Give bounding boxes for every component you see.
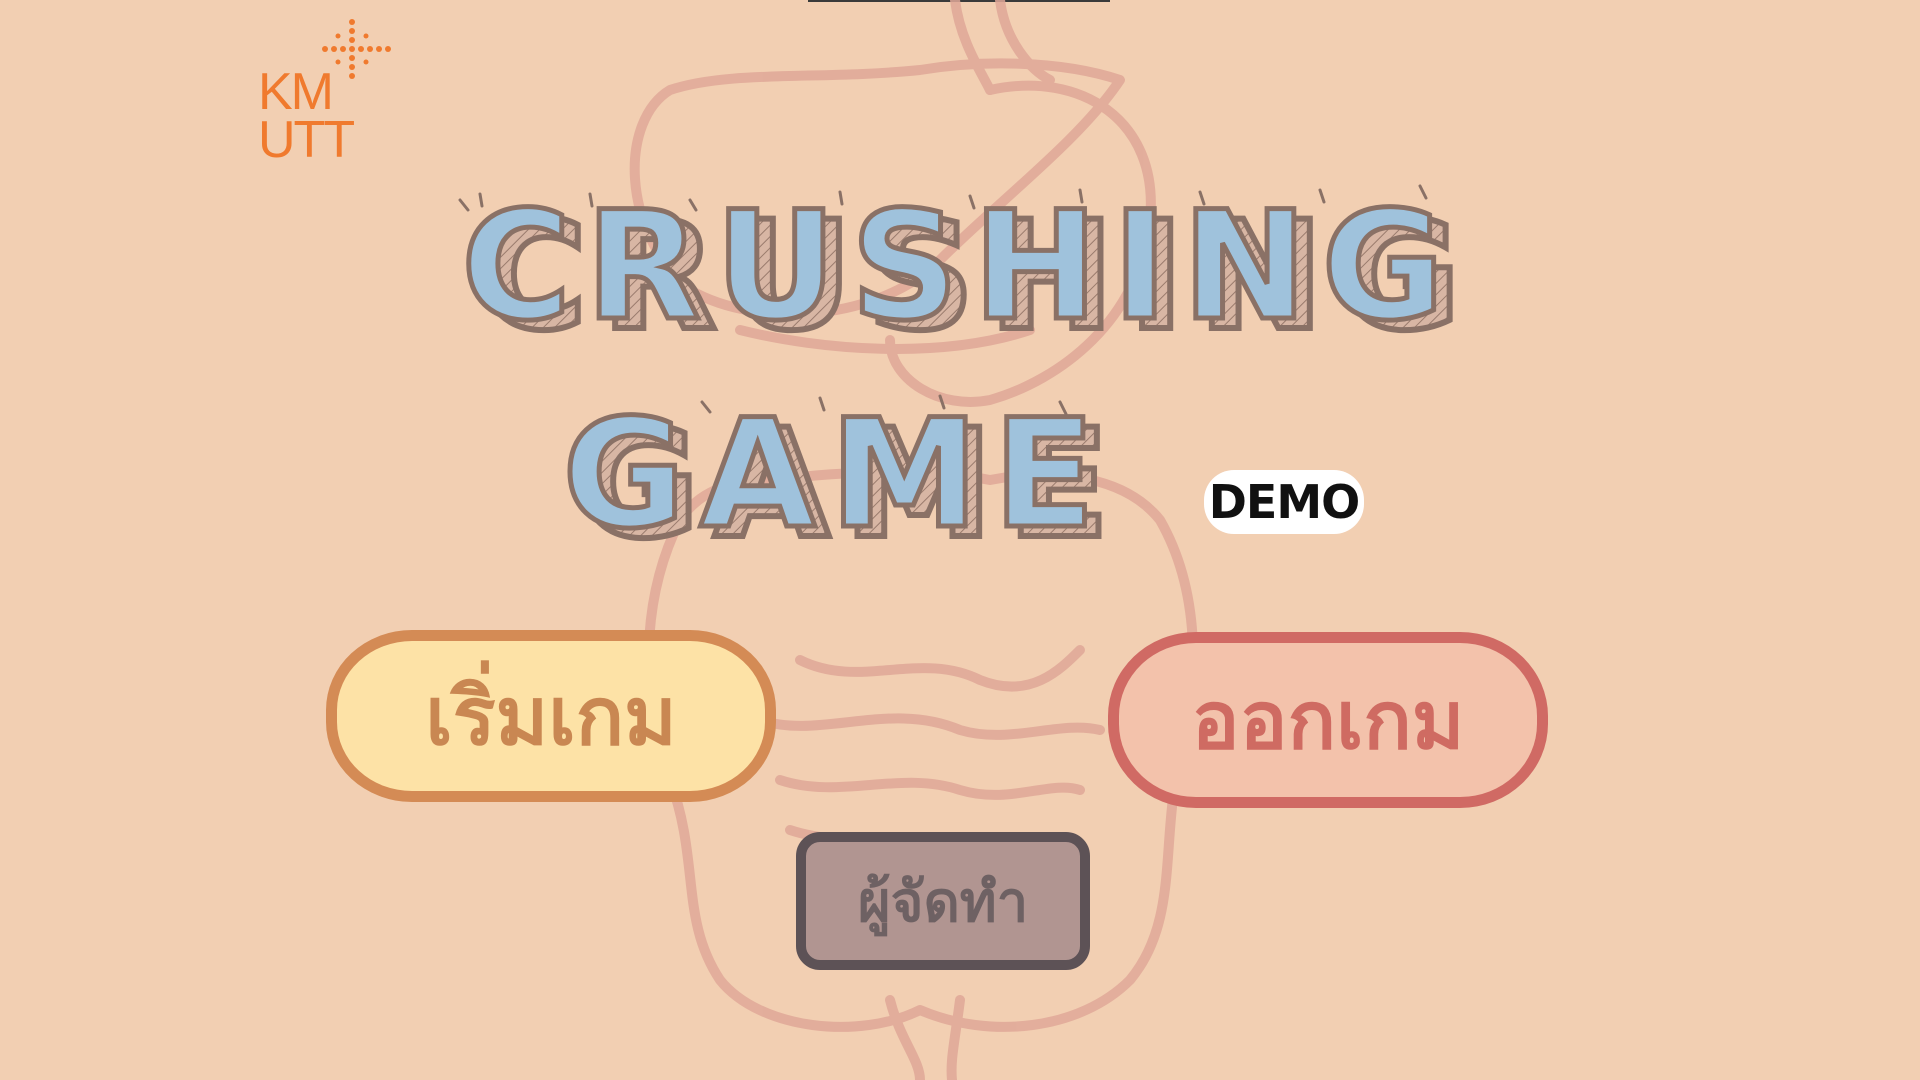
- exit-game-label: ออกเกม: [1191, 673, 1465, 767]
- demo-badge: DEMO: [1204, 470, 1364, 534]
- main-menu-screen: KM UTT CRUSHING GAME CRUSHING GAME DEMO …: [0, 0, 1920, 1080]
- demo-label: DEMO: [1208, 475, 1360, 529]
- small-intestine-coil-2: [755, 713, 1105, 740]
- small-intestine-coil-1: [795, 645, 1085, 692]
- start-game-label: เริ่มเกม: [425, 669, 677, 763]
- credits-button[interactable]: ผู้จัดทำ: [796, 832, 1090, 970]
- title-line2: GAME: [563, 388, 1110, 550]
- start-game-button[interactable]: เริ่มเกม: [326, 630, 776, 802]
- esophagus-outline: [950, 0, 995, 95]
- title-line1: CRUSHING: [461, 180, 1458, 354]
- exit-game-button[interactable]: ออกเกม: [1108, 632, 1548, 808]
- logo-plus-dots-icon: [322, 19, 391, 79]
- logo-text-utt: UTT: [258, 111, 355, 169]
- rectum-outline-2: [946, 995, 965, 1080]
- kmutt-logo: KM UTT: [258, 18, 398, 170]
- small-intestine-coil-3: [775, 775, 1085, 800]
- credits-label: ผู้จัดทำ: [857, 869, 1029, 935]
